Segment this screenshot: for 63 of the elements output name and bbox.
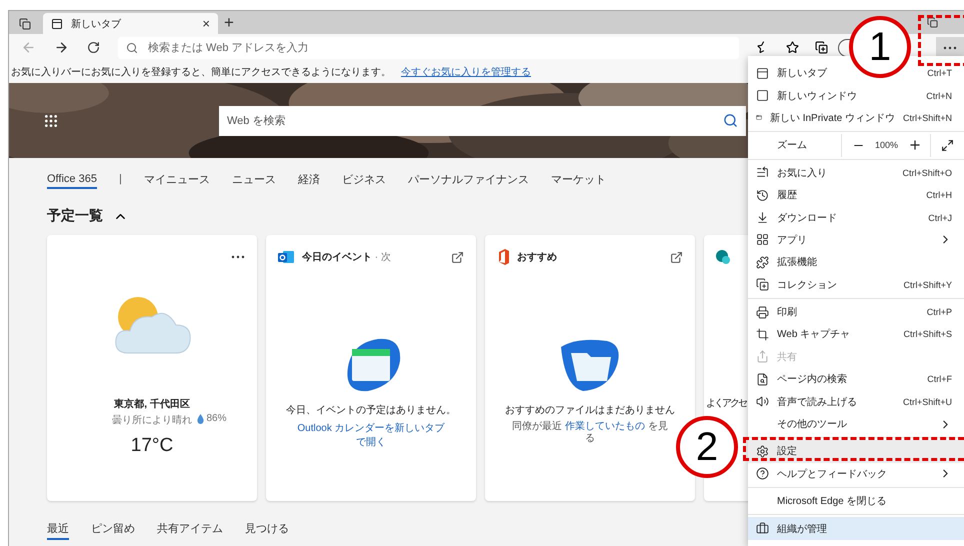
news-tab[interactable]: マーケット	[550, 168, 606, 190]
menu-item[interactable]: アプリ	[748, 228, 964, 252]
menu-item[interactable]: Web キャプチャ Ctrl+Shift+S	[748, 323, 964, 346]
shortcut: Ctrl+F	[927, 374, 952, 384]
location: 東京都, 千代田区	[114, 399, 190, 412]
news-tab[interactable]: ニュース	[232, 168, 276, 190]
shortcut: Ctrl+T	[927, 68, 952, 78]
menu-item[interactable]: 履歴 Ctrl+H	[748, 184, 964, 206]
address-field[interactable]: 検索または Web アドレスを入力	[118, 36, 739, 58]
temperature: 17°C	[130, 434, 174, 456]
menu-item[interactable]: 設定	[748, 440, 964, 463]
shortcut: Ctrl+Shift+N	[902, 112, 952, 123]
shortcut: Ctrl+Shift+Y	[903, 280, 952, 290]
menu-item[interactable]: 印刷 Ctrl+P	[748, 300, 964, 324]
shortcut: Ctrl+J	[928, 212, 952, 223]
section-title: 予定一覧	[47, 207, 103, 225]
menu-item[interactable]: その他のツール	[748, 412, 964, 436]
work-link[interactable]: 作業していたもの	[565, 420, 645, 432]
menu-item[interactable]: ダウンロード Ctrl+J	[748, 206, 964, 229]
browser-tab[interactable]: 新しいタブ ×	[43, 13, 218, 34]
shortcut: Ctrl+Shift+S	[903, 329, 952, 340]
shortcut: Ctrl+P	[926, 307, 952, 318]
shortcut: Ctrl+Shift+O	[902, 168, 952, 178]
favorites-bar-message: お気に入りバーにお気に入りを登録すると、簡単にアクセスできるようになります。	[11, 66, 391, 79]
manage-favorites-link[interactable]: 今すぐお気に入りを管理する	[401, 65, 531, 79]
web-search-field[interactable]: Web を検索	[219, 106, 746, 136]
separator: |	[118, 173, 122, 185]
news-tab[interactable]: マイニュース	[144, 168, 210, 190]
empty-message: おすすめのファイルはまだありません	[505, 405, 675, 418]
news-tab[interactable]: Office 365	[47, 169, 97, 189]
menu-item[interactable]: 音声で読み上げる Ctrl+Shift+U	[748, 390, 964, 413]
menu-item[interactable]: コレクション Ctrl+Shift+Y	[748, 274, 964, 296]
news-tab[interactable]: ビジネス	[342, 168, 386, 190]
card-message: よくアクセ	[706, 398, 746, 410]
tab-title: 新しいタブ	[71, 18, 122, 30]
empty-message: 今日、イベントの予定はありません。	[286, 405, 456, 418]
shortcut: Ctrl+H	[926, 190, 952, 200]
feed-tab[interactable]: ピン留め	[91, 521, 135, 540]
weather-condition: 曇り所により晴れ	[112, 414, 192, 427]
hint-text: 同僚が最近 作業していたもの を見る	[511, 420, 669, 446]
menu-item[interactable]: 組織が管理	[748, 517, 964, 540]
menu-item[interactable]: 新しい InPrivate ウィンドウ Ctrl+Shift+N	[748, 106, 964, 130]
feed-tab[interactable]: 共有アイテム	[157, 521, 223, 540]
menu-item[interactable]: Microsoft Edge を閉じる	[748, 490, 964, 512]
menu-item[interactable]: 拡張機能	[748, 251, 964, 274]
news-tab[interactable]: パーソナルファイナンス	[408, 168, 529, 190]
humidity: 86%	[206, 413, 226, 426]
menu-item[interactable]: ページ内の検索 Ctrl+F	[748, 368, 964, 390]
feed-tab[interactable]: 最近	[47, 521, 69, 540]
feed-tab[interactable]: 見つける	[245, 521, 289, 540]
card-title: おすすめ	[517, 251, 558, 264]
menu-item[interactable]: お気に入り Ctrl+Shift+O	[748, 162, 964, 184]
news-tab[interactable]: 経済	[298, 168, 320, 190]
menu-item[interactable]: ヘルプとフィードバック	[748, 462, 964, 486]
shortcut: Ctrl+N	[926, 90, 952, 101]
card-title: 今日のイベント · 次	[302, 250, 392, 264]
menu-item[interactable]: 新しいウィンドウ Ctrl+N	[748, 84, 964, 107]
zoom-value: 100%	[874, 140, 898, 150]
new-tab-button[interactable]: +	[224, 14, 234, 31]
shortcut: Ctrl+Shift+U	[902, 396, 952, 407]
menu-label: ズーム	[777, 139, 808, 152]
calendar-link[interactable]: Outlook カレンダーを新しいタブで開く	[296, 420, 446, 448]
close-tab-button[interactable]: ×	[202, 17, 210, 30]
